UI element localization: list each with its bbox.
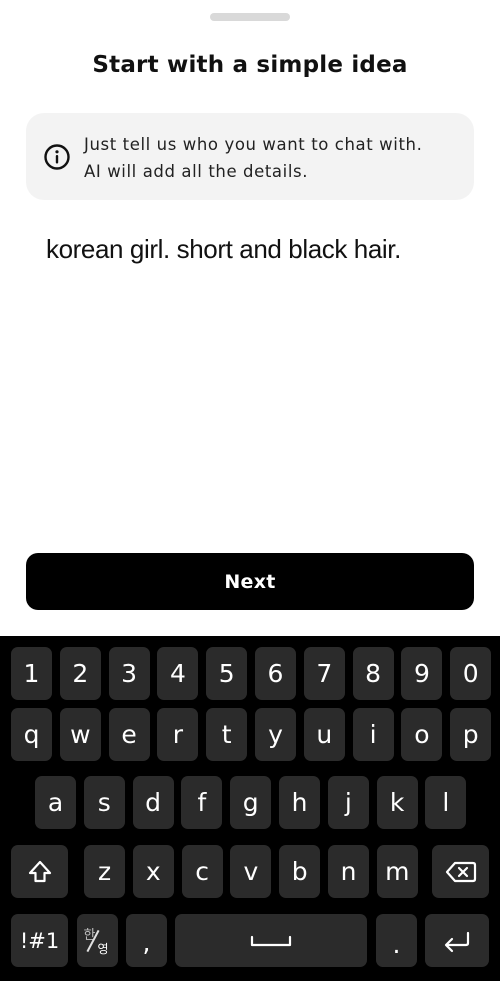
key-i[interactable]: i (352, 708, 394, 761)
backspace-key[interactable] (432, 845, 489, 898)
key-z[interactable]: z (84, 845, 125, 898)
space-bar[interactable] (175, 914, 367, 967)
key-l[interactable]: l (425, 776, 467, 829)
key-2[interactable]: 2 (59, 647, 101, 700)
info-text: Just tell us who you want to chat with. … (84, 131, 464, 185)
key-m[interactable]: m (376, 845, 418, 898)
key-g[interactable]: g (230, 776, 272, 829)
key-v[interactable]: v (230, 845, 272, 898)
key-d[interactable]: d (132, 776, 174, 829)
space-icon (249, 933, 293, 949)
key-c[interactable]: c (181, 845, 223, 898)
on-screen-keyboard: 1234567890 qwertyuiop asdfghjkl zxcvbnm !#1… (0, 636, 500, 981)
info-icon (43, 143, 71, 171)
key-a[interactable]: a (35, 776, 76, 829)
key-r[interactable]: r (157, 708, 199, 761)
page-title: Start with a simple idea (92, 52, 408, 78)
key-0[interactable]: 0 (450, 647, 492, 700)
key-f[interactable]: f (181, 776, 223, 829)
shift-icon (27, 859, 53, 885)
backspace-icon (445, 860, 477, 884)
key-4[interactable]: 4 (157, 647, 199, 700)
key-7[interactable]: 7 (303, 647, 345, 700)
key-h[interactable]: h (279, 776, 320, 829)
key-1[interactable]: 1 (11, 647, 52, 700)
character-idea-input[interactable]: korean girl. short and black hair. (46, 234, 466, 265)
period-label: . (392, 930, 401, 959)
key-8[interactable]: 8 (352, 647, 394, 700)
key-u[interactable]: u (303, 708, 345, 761)
key-x[interactable]: x (132, 845, 174, 898)
key-j[interactable]: j (327, 776, 369, 829)
key-o[interactable]: o (401, 708, 443, 761)
key-t[interactable]: t (206, 708, 248, 761)
language-toggle-key[interactable]: 한 영 (77, 914, 118, 967)
info-line-2: AI will add all the details. (84, 162, 309, 181)
key-q[interactable]: q (11, 708, 52, 761)
next-button[interactable]: Next (26, 553, 474, 610)
period-key[interactable]: . (376, 914, 417, 967)
comma-key[interactable]: , (126, 914, 167, 967)
symbols-key[interactable]: !#1 (11, 914, 68, 967)
key-s[interactable]: s (83, 776, 125, 829)
key-n[interactable]: n (328, 845, 369, 898)
lang-english-label: 영 (97, 941, 109, 956)
key-e[interactable]: e (108, 708, 150, 761)
enter-icon (442, 929, 472, 953)
enter-key[interactable] (425, 914, 489, 967)
shift-key[interactable] (11, 845, 68, 898)
comma-label: , (142, 928, 151, 957)
key-5[interactable]: 5 (206, 647, 248, 700)
key-y[interactable]: y (255, 708, 296, 761)
info-line-1: Just tell us who you want to chat with. (84, 135, 423, 154)
key-9[interactable]: 9 (401, 647, 443, 700)
key-b[interactable]: b (279, 845, 321, 898)
key-k[interactable]: k (376, 776, 418, 829)
bottom-sheet: Start with a simple idea Just tell us wh… (0, 0, 500, 636)
drag-handle[interactable] (210, 13, 290, 21)
info-banner: Just tell us who you want to chat with. … (26, 113, 474, 200)
key-3[interactable]: 3 (108, 647, 150, 700)
key-w[interactable]: w (59, 708, 101, 761)
key-p[interactable]: p (450, 708, 492, 761)
language-toggle-icon: 한 영 (78, 921, 118, 961)
key-6[interactable]: 6 (255, 647, 296, 700)
